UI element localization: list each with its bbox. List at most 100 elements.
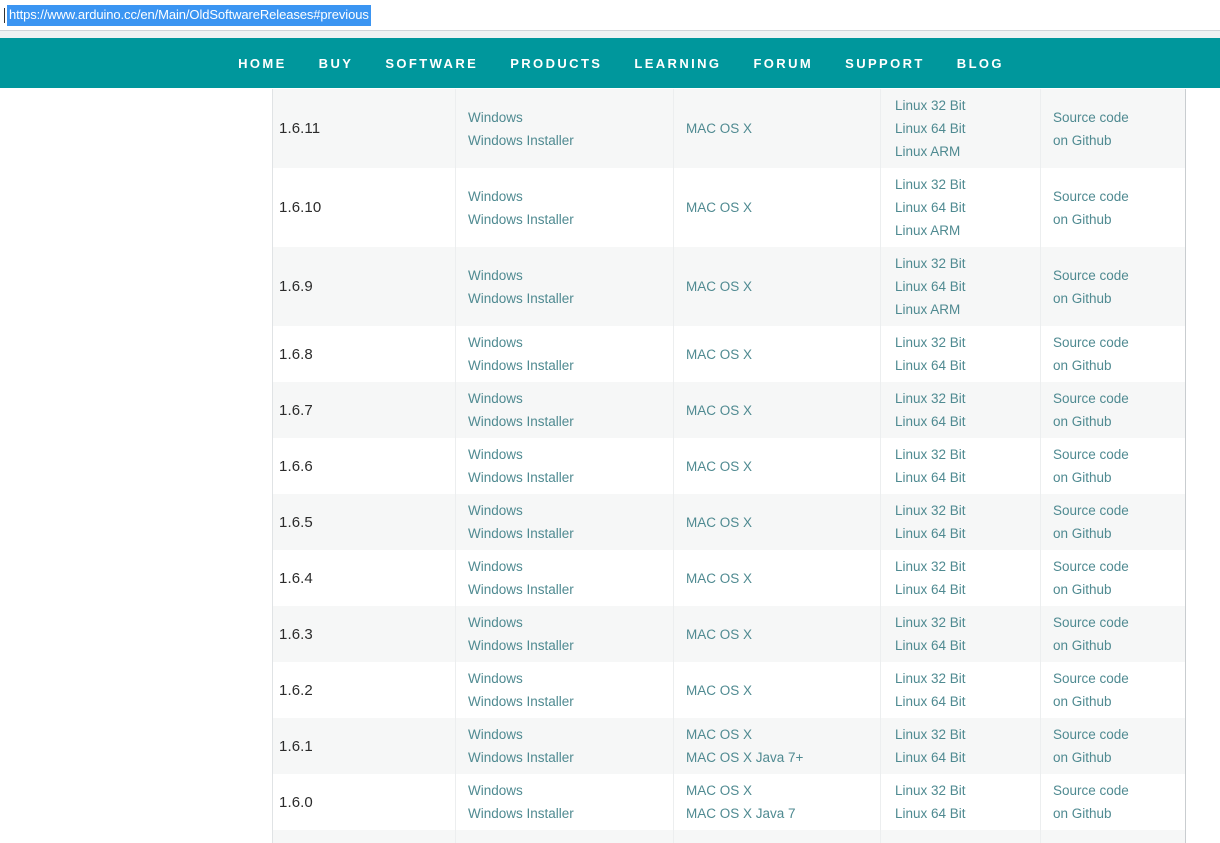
- nav-item-blog[interactable]: BLOG: [941, 56, 1020, 71]
- nav-item-home[interactable]: HOME: [222, 56, 303, 71]
- download-link[interactable]: Linux ARM: [895, 219, 1040, 242]
- download-link[interactable]: Windows Installer: [468, 634, 673, 657]
- download-link[interactable]: MAC OS X: [686, 779, 880, 802]
- download-link[interactable]: on Github: [1053, 578, 1185, 601]
- download-link[interactable]: Linux 32 Bit: [895, 443, 1040, 466]
- download-link[interactable]: Source code: [1053, 106, 1185, 129]
- download-link[interactable]: Windows: [468, 499, 673, 522]
- download-link[interactable]: Linux 32 Bit: [895, 555, 1040, 578]
- download-link[interactable]: Source code: [1053, 185, 1185, 208]
- download-link[interactable]: on Github: [1053, 129, 1185, 152]
- download-link[interactable]: Windows: [468, 331, 673, 354]
- download-link[interactable]: Windows Installer: [468, 802, 673, 825]
- download-link[interactable]: MAC OS X: [686, 623, 880, 646]
- download-link[interactable]: Windows Installer: [468, 466, 673, 489]
- download-link[interactable]: Linux 32 Bit: [895, 499, 1040, 522]
- download-link[interactable]: on Github: [1053, 522, 1185, 545]
- download-link[interactable]: MAC OS X: [686, 343, 880, 366]
- nav-item-buy[interactable]: BUY: [303, 56, 370, 71]
- download-link[interactable]: Linux 64 Bit: [895, 746, 1040, 769]
- download-link[interactable]: MAC OS X: [686, 399, 880, 422]
- download-link[interactable]: Windows Installer: [468, 410, 673, 433]
- download-link[interactable]: Linux ARM: [895, 140, 1040, 163]
- download-link[interactable]: on Github: [1053, 287, 1185, 310]
- download-link[interactable]: Linux 32 Bit: [895, 173, 1040, 196]
- download-link[interactable]: MAC OS X: [686, 511, 880, 534]
- download-link[interactable]: on Github: [1053, 802, 1185, 825]
- download-link[interactable]: Source code: [1053, 443, 1185, 466]
- download-link[interactable]: Linux 32 Bit: [895, 94, 1040, 117]
- download-link[interactable]: MAC OS X: [686, 567, 880, 590]
- download-link[interactable]: Windows Installer: [468, 208, 673, 231]
- download-link[interactable]: Windows Installer: [468, 522, 673, 545]
- download-link[interactable]: MAC OS X: [686, 117, 880, 140]
- download-link[interactable]: Linux 64 Bit: [895, 196, 1040, 219]
- download-link[interactable]: on Github: [1053, 354, 1185, 377]
- download-link[interactable]: Windows Installer: [468, 354, 673, 377]
- download-link[interactable]: MAC OS X: [686, 275, 880, 298]
- download-link[interactable]: MAC OS X: [686, 455, 880, 478]
- download-link[interactable]: Linux 32 Bit: [895, 387, 1040, 410]
- download-link[interactable]: on Github: [1053, 410, 1185, 433]
- download-link[interactable]: Windows Installer: [468, 287, 673, 310]
- download-link[interactable]: Windows: [468, 611, 673, 634]
- download-link[interactable]: Linux 64 Bit: [895, 634, 1040, 657]
- download-link[interactable]: Linux 64 Bit: [895, 522, 1040, 545]
- download-link[interactable]: on Github: [1053, 690, 1185, 713]
- download-link[interactable]: Linux ARM: [895, 298, 1040, 321]
- download-link[interactable]: Windows: [468, 779, 673, 802]
- nav-item-learning[interactable]: LEARNING: [618, 56, 737, 71]
- download-link[interactable]: Linux 64 Bit: [895, 578, 1040, 601]
- download-link[interactable]: Source code: [1053, 723, 1185, 746]
- download-link[interactable]: on Github: [1053, 208, 1185, 231]
- url-input[interactable]: https://www.arduino.cc/en/Main/OldSoftwa…: [7, 5, 371, 26]
- download-link[interactable]: Source code: [1053, 611, 1185, 634]
- download-link[interactable]: Linux 64 Bit: [895, 410, 1040, 433]
- download-link[interactable]: Source code: [1053, 499, 1185, 522]
- download-link[interactable]: Linux 64 Bit: [895, 690, 1040, 713]
- nav-item-software[interactable]: SOFTWARE: [369, 56, 494, 71]
- download-link[interactable]: Linux 64 Bit: [895, 117, 1040, 140]
- download-link[interactable]: Windows Installer: [468, 129, 673, 152]
- download-link[interactable]: Source code: [1053, 779, 1185, 802]
- download-link[interactable]: Linux 32 Bit: [895, 611, 1040, 634]
- download-link[interactable]: MAC OS X: [686, 679, 880, 702]
- download-link[interactable]: Windows: [468, 667, 673, 690]
- download-link[interactable]: Source code: [1053, 667, 1185, 690]
- download-link[interactable]: Source code: [1053, 555, 1185, 578]
- download-link[interactable]: on Github: [1053, 634, 1185, 657]
- download-link[interactable]: on Github: [1053, 466, 1185, 489]
- download-link[interactable]: Windows Installer: [468, 746, 673, 769]
- download-link[interactable]: Windows: [468, 185, 673, 208]
- download-link[interactable]: Windows Installer: [468, 578, 673, 601]
- download-link[interactable]: Linux 32 Bit: [895, 723, 1040, 746]
- download-link[interactable]: MAC OS X: [686, 196, 880, 219]
- download-link[interactable]: MAC OS X Java 7+: [686, 746, 880, 769]
- nav-item-products[interactable]: PRODUCTS: [494, 56, 618, 71]
- download-link[interactable]: Source code: [1053, 387, 1185, 410]
- download-link[interactable]: Linux 64 Bit: [895, 275, 1040, 298]
- download-link[interactable]: Source code: [1053, 331, 1185, 354]
- download-link[interactable]: Linux 64 Bit: [895, 802, 1040, 825]
- download-link[interactable]: Source code: [1053, 264, 1185, 287]
- download-link[interactable]: MAC OS X: [686, 723, 880, 746]
- download-link[interactable]: Windows: [468, 555, 673, 578]
- download-link[interactable]: Windows: [468, 443, 673, 466]
- download-link[interactable]: Linux 64 Bit: [895, 354, 1040, 377]
- download-link[interactable]: MAC OS X Java 7: [686, 802, 880, 825]
- download-link[interactable]: Windows Installer: [468, 690, 673, 713]
- nav-item-support[interactable]: SUPPORT: [829, 56, 941, 71]
- url-input-wrapper[interactable]: https://www.arduino.cc/en/Main/OldSoftwa…: [0, 5, 371, 26]
- browser-url-bar[interactable]: https://www.arduino.cc/en/Main/OldSoftwa…: [0, 0, 1220, 31]
- download-link[interactable]: Windows: [468, 106, 673, 129]
- download-link[interactable]: Linux 64 Bit: [895, 466, 1040, 489]
- download-link[interactable]: Linux 32 Bit: [895, 779, 1040, 802]
- download-link[interactable]: Windows: [468, 723, 673, 746]
- download-link[interactable]: Linux 32 Bit: [895, 331, 1040, 354]
- download-link[interactable]: on Github: [1053, 746, 1185, 769]
- download-link[interactable]: Linux 32 Bit: [895, 667, 1040, 690]
- download-link[interactable]: Linux 32 Bit: [895, 252, 1040, 275]
- nav-item-forum[interactable]: FORUM: [737, 56, 829, 71]
- download-link[interactable]: Windows: [468, 387, 673, 410]
- download-link[interactable]: Windows: [468, 264, 673, 287]
